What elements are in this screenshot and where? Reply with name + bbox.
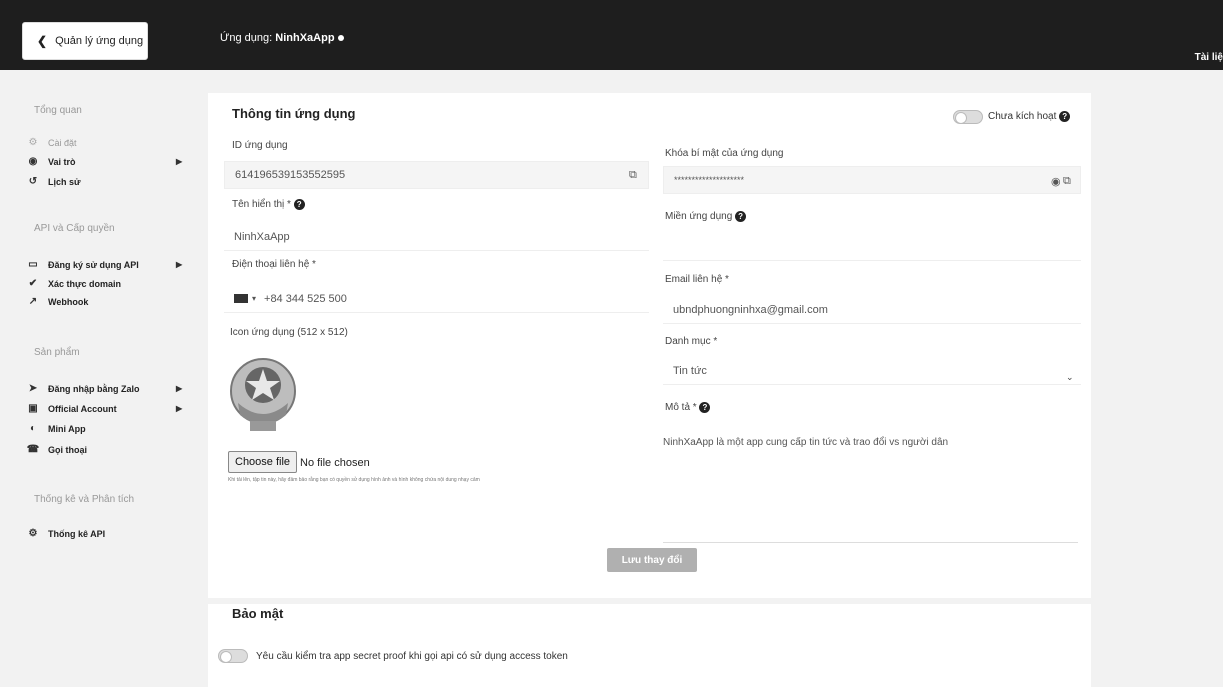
no-file-text: No file chosen [300, 457, 370, 469]
app-title: Ứng dụng: NinhXaApp [220, 32, 344, 44]
display-name-input[interactable]: NinhXaApp [224, 223, 649, 251]
upload-hint: Khi tải lên, tập tin này, hãy đảm bảo rằ… [228, 477, 480, 483]
description-label: Mô tả * ? [665, 402, 711, 414]
user-circle-icon: ◉ [28, 156, 38, 167]
app-info-title: Thông tin ứng dụng [232, 106, 356, 121]
sidebar-item-api-registration[interactable]: ▭ Đăng ký sử dụng API ▶ [26, 259, 186, 270]
sidebar-item-label: Lịch sử [48, 176, 81, 187]
caret-right-icon: ▶ [176, 384, 183, 393]
sidebar-item-label: Đăng nhập bằng Zalo [48, 383, 140, 394]
email-input[interactable]: ubndphuongninhxa@gmail.com [663, 296, 1081, 324]
help-icon[interactable]: ? [735, 211, 747, 222]
history-icon: ↺ [28, 176, 38, 187]
display-name-label-text: Tên hiển thị * [232, 199, 291, 211]
phone-input[interactable]: ▾ +84 344 525 500 [224, 285, 649, 313]
activation-toggle[interactable] [953, 110, 983, 124]
phone-icon: ☎ [26, 444, 40, 455]
monitor-icon: ▭ [28, 259, 38, 270]
back-button-label: Quản lý ứng dụng [55, 35, 144, 47]
sidebar: Tổng quan ⚙ Cài đặt ◉ Vai trò ▶ ↺ Lịch s… [0, 70, 205, 687]
chevron-left-icon: ❮ [37, 34, 48, 48]
secret-proof-toggle[interactable] [218, 649, 248, 663]
sidebar-item-mini-app[interactable]: ◐ Mini App [26, 423, 186, 434]
sidebar-item-official-account[interactable]: ▣ Official Account ▶ [26, 403, 186, 414]
sidebar-item-domain-verify[interactable]: ✔ Xác thực domain [26, 278, 186, 289]
secret-label: Khóa bí mật của ứng dụng [665, 148, 784, 159]
description-label-text: Mô tả * [665, 402, 697, 414]
mini-app-icon: ◐ [29, 423, 37, 434]
help-icon[interactable]: ? [293, 199, 305, 210]
sidebar-section-api: API và Cấp quyền [34, 223, 115, 234]
sidebar-item-api-stats[interactable]: ⚙ Thống kê API [26, 528, 186, 539]
help-icon[interactable]: ? [699, 402, 711, 413]
category-select[interactable]: Tin tức [663, 357, 1081, 385]
oa-icon: ▣ [28, 403, 38, 414]
app-id-field: 614196539153552595 [224, 161, 649, 189]
sidebar-item-settings[interactable]: ⚙ Cài đặt [26, 137, 186, 148]
check-circle-icon: ✔ [28, 278, 38, 289]
phone-value: +84 344 525 500 [264, 292, 347, 305]
domain-label: Miền ứng dụng ? [665, 211, 747, 223]
sidebar-item-label: Thống kê API [48, 528, 106, 539]
app-id-label: ID ứng dụng [232, 140, 288, 151]
email-label: Email liên hệ * [665, 274, 729, 285]
secret-field: ******************** [663, 166, 1081, 194]
category-label: Danh mục * [665, 336, 718, 347]
caret-right-icon: ▶ [176, 157, 183, 166]
security-title: Bảo mật [232, 606, 284, 621]
sidebar-item-history[interactable]: ↺ Lịch sử [26, 176, 186, 187]
domain-label-text: Miền ứng dụng [665, 211, 733, 223]
sidebar-item-zalo-login[interactable]: ➤ Đăng nhập bằng Zalo ▶ [26, 383, 186, 394]
sidebar-item-label: Đăng ký sử dụng API [48, 259, 139, 270]
caret-right-icon: ▶ [176, 260, 183, 269]
login-icon: ➤ [28, 383, 38, 394]
chevron-down-icon[interactable]: ⌄ [1066, 372, 1074, 383]
caret-right-icon: ▶ [176, 404, 183, 413]
icon-label: Icon ứng dụng (512 x 512) [230, 327, 348, 338]
choose-file-button[interactable]: Choose file [228, 451, 298, 473]
sidebar-item-webhook[interactable]: ↗ Webhook [26, 296, 186, 307]
sidebar-item-label: Mini App [48, 423, 86, 434]
sidebar-item-voice-call[interactable]: ☎ Gọi thoại [26, 444, 186, 455]
app-title-name: NinhXaApp [275, 32, 335, 44]
docs-link[interactable]: Tài liệ [1195, 52, 1223, 63]
sidebar-section-products: Sản phẩm [34, 347, 80, 358]
help-icon[interactable]: ? [1059, 111, 1071, 122]
security-card: Bảo mật Yêu cầu kiểm tra app secret proo… [208, 598, 1091, 687]
copy-icon[interactable]: ⧉ [1063, 175, 1071, 188]
copy-icon[interactable]: ⧉ [629, 169, 637, 182]
back-to-apps-button[interactable]: ❮ Quản lý ứng dụng [22, 22, 148, 60]
sidebar-item-label: Cài đặt [48, 137, 77, 148]
gear-icon: ⚙ [28, 137, 38, 148]
sidebar-item-label: Xác thực domain [48, 278, 122, 289]
display-name-label: Tên hiển thị * ? [232, 199, 305, 210]
app-info-card: Thông tin ứng dụng Chưa kích hoạt ? ID ứ… [208, 93, 1091, 598]
sidebar-item-roles[interactable]: ◉ Vai trò ▶ [26, 156, 186, 167]
sidebar-item-label: Official Account [48, 403, 117, 414]
sidebar-item-label: Vai trò [48, 156, 76, 167]
secret-proof-label: Yêu cầu kiểm tra app secret proof khi gọ… [256, 651, 568, 662]
emblem-icon [230, 358, 296, 431]
external-link-icon: ↗ [28, 296, 38, 307]
sidebar-item-label: Webhook [48, 296, 89, 307]
top-bar: ❮ Quản lý ứng dụng Ứng dụng: NinhXaApp T… [0, 0, 1223, 70]
sidebar-section-analytics: Thống kê và Phân tích [34, 494, 135, 505]
status-dot-icon [337, 35, 344, 42]
app-title-prefix: Ứng dụng: [220, 32, 273, 44]
chevron-down-icon[interactable]: ▾ [252, 294, 256, 303]
sidebar-section-overview: Tổng quan [34, 105, 82, 116]
domain-input[interactable] [663, 233, 1081, 261]
stats-icon: ⚙ [28, 528, 38, 539]
activation-status-text: Chưa kích hoạt [988, 111, 1057, 123]
vn-flag-icon[interactable] [234, 294, 248, 303]
sidebar-item-label: Gọi thoại [48, 444, 87, 455]
phone-label: Điện thoại liên hệ * [232, 259, 316, 270]
save-changes-button[interactable]: Lưu thay đổi [607, 548, 697, 572]
activation-status: Chưa kích hoạt ? [988, 111, 1071, 123]
description-textarea[interactable]: NinhXaApp là một app cung cấp tin tức và… [663, 423, 1078, 543]
eye-icon[interactable]: ◉ [1051, 175, 1061, 188]
